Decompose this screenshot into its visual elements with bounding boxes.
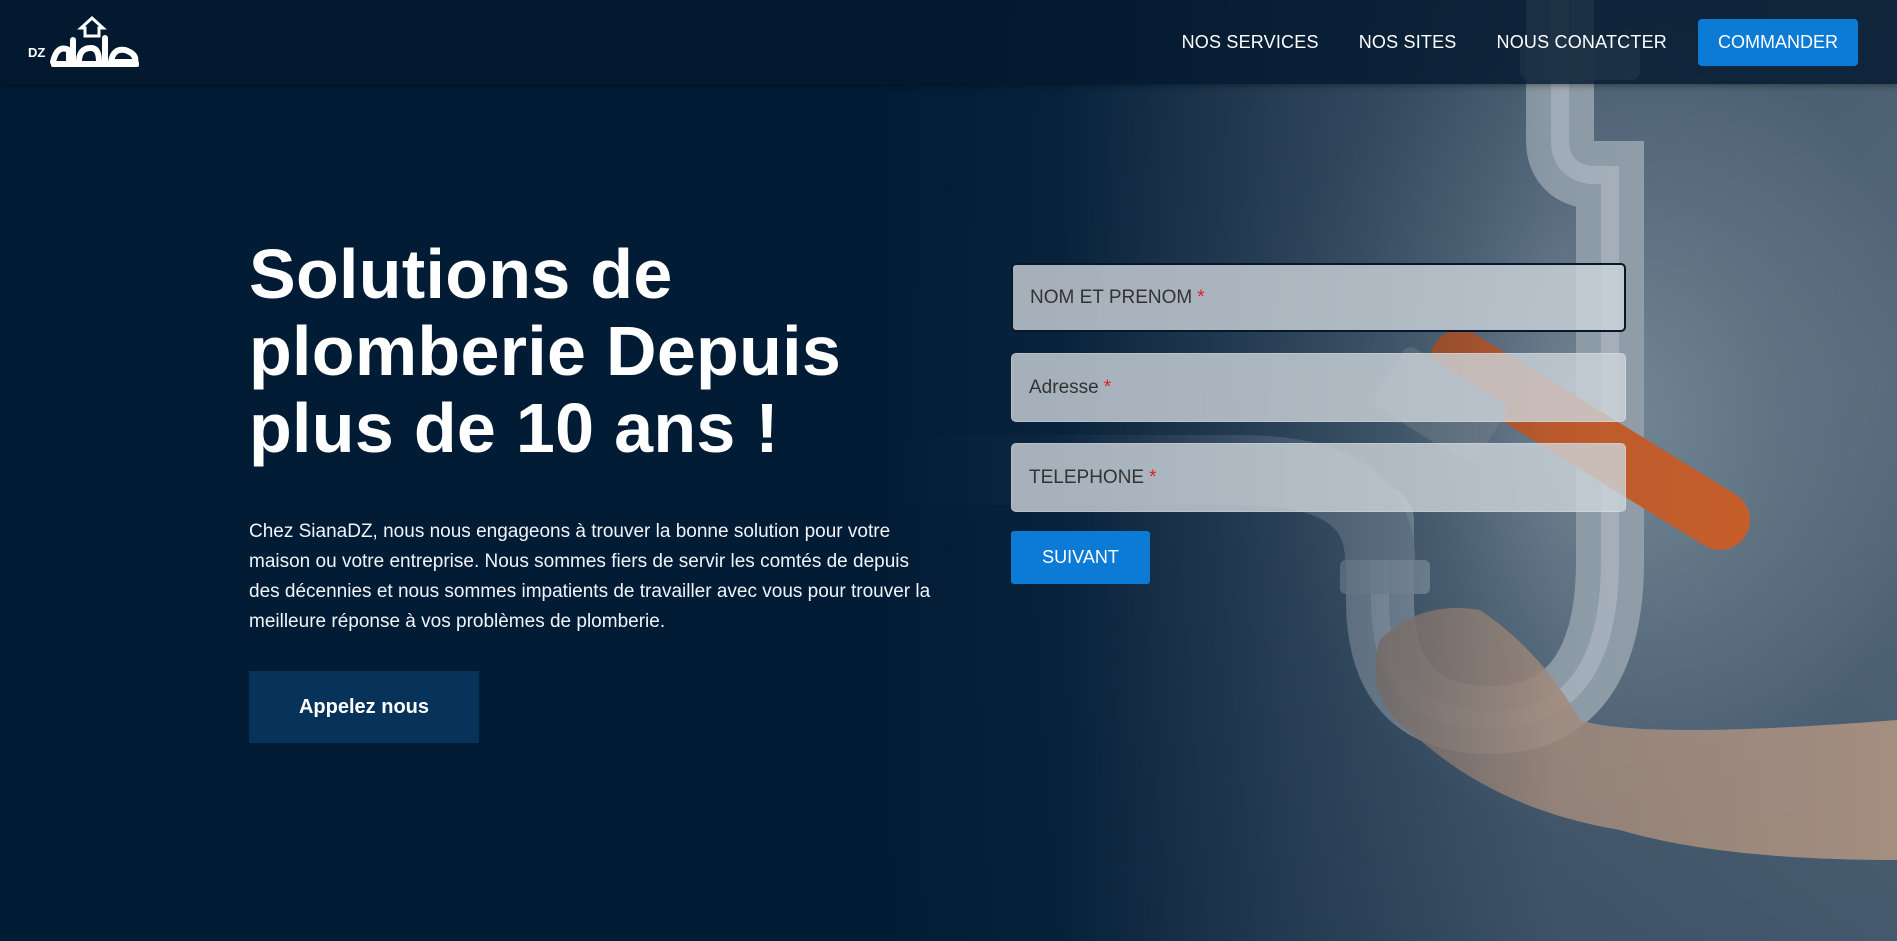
site-header: DZ NOS SERVICES NOS SITES NOUS CONATCTER… [0, 0, 1897, 84]
required-mark: * [1149, 466, 1157, 488]
logo-house-icon [50, 15, 140, 67]
required-mark: * [1103, 376, 1112, 398]
hero-title: Solutions de plomberie Depuis plus de 10… [249, 235, 842, 467]
address-field[interactable]: Adresse * [1011, 353, 1626, 422]
required-mark: * [1197, 286, 1205, 308]
nav-services[interactable]: NOS SERVICES [1182, 32, 1319, 53]
order-form: NOM ET PRENOM * Adresse * TELEPHONE * SU… [1011, 263, 1626, 584]
name-field-label: NOM ET PRENOM [1030, 286, 1193, 308]
nav-contact[interactable]: NOUS CONATCTER [1497, 32, 1667, 53]
name-field[interactable]: NOM ET PRENOM * [1011, 263, 1626, 332]
main-nav: NOS SERVICES NOS SITES NOUS CONATCTER CO… [1142, 18, 1858, 66]
nav-sites[interactable]: NOS SITES [1359, 32, 1457, 53]
phone-field[interactable]: TELEPHONE * [1011, 443, 1626, 512]
phone-field-label: TELEPHONE [1029, 466, 1145, 488]
call-us-button[interactable]: Appelez nous [249, 671, 479, 743]
hero-description: Chez SianaDZ, nous nous engageons à trou… [249, 521, 931, 632]
next-button[interactable]: SUIVANT [1011, 531, 1150, 584]
site-logo[interactable]: DZ [28, 14, 145, 70]
address-field-label: Adresse [1029, 376, 1099, 398]
order-button[interactable]: COMMANDER [1698, 18, 1858, 66]
logo-dz-label: DZ [28, 45, 46, 60]
hero-content: Solutions de plomberie Depuis plus de 10… [249, 236, 949, 743]
